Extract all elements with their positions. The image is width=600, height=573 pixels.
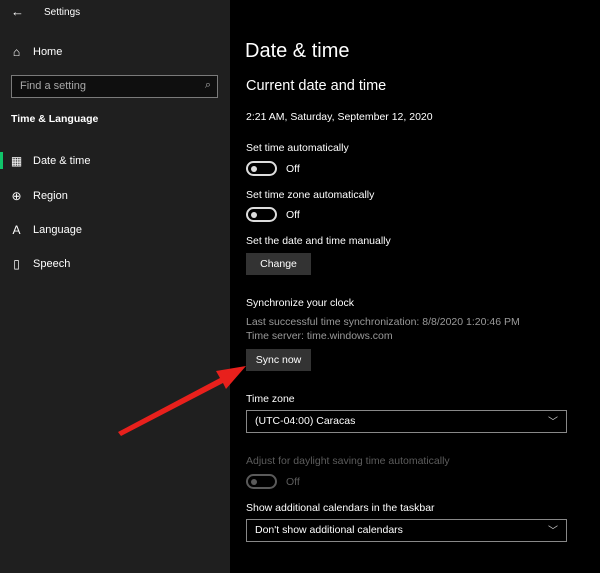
annotation-arrow [118, 366, 246, 436]
arrow-icon [118, 366, 246, 436]
